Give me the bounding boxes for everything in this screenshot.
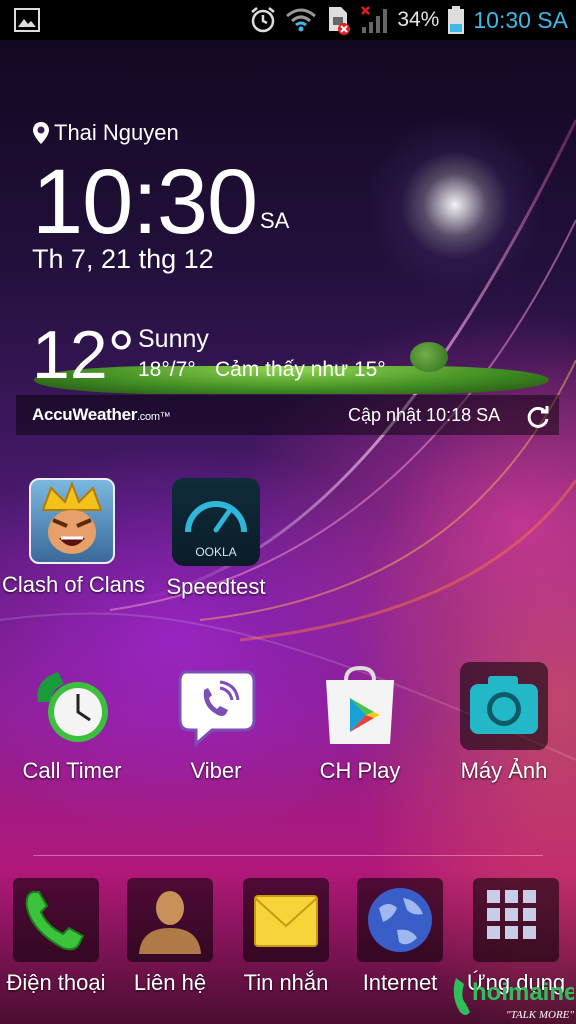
- app-camera[interactable]: Máy Ảnh: [434, 662, 574, 784]
- viber-icon: [172, 662, 260, 750]
- app-label: Call Timer: [22, 758, 122, 783]
- location-pin-icon: [33, 122, 49, 144]
- watermark-name: hoimaine: [472, 979, 574, 1006]
- ookla-text: OOKLA: [195, 545, 236, 559]
- widget-ampm: SA: [260, 208, 290, 233]
- signal-icon: [361, 6, 388, 33]
- sim-error-icon: [329, 7, 351, 35]
- hi-lo-temperature: 18°/7°: [138, 358, 196, 381]
- app-label: Speedtest: [166, 574, 266, 599]
- app-ch-play[interactable]: CH Play: [290, 662, 430, 784]
- app-label: Clash of Clans: [2, 572, 146, 597]
- app-label: Máy Ảnh: [460, 758, 548, 783]
- battery-percent: 34%: [397, 8, 440, 31]
- wifi-icon: [286, 8, 317, 32]
- current-temperature: 12°: [32, 317, 135, 393]
- app-drawer-icon: [473, 878, 559, 962]
- speedtest-icon: OOKLA: [172, 478, 260, 566]
- tree-graphic: [410, 342, 448, 372]
- status-bar[interactable]: 34% 10:30 SA: [0, 0, 576, 40]
- location: Thai Nguyen: [32, 120, 179, 146]
- watermark-tagline: "TALK MORE": [506, 1009, 574, 1021]
- app-clash-of-clans[interactable]: Clash of Clans: [2, 478, 146, 598]
- status-icons: 34% 10:30 SA: [249, 4, 568, 36]
- weather-condition: Sunny: [138, 325, 209, 353]
- app-speedtest[interactable]: OOKLA Speedtest: [146, 478, 286, 600]
- alarm-icon: [251, 7, 276, 33]
- internet-globe-icon: [357, 878, 443, 962]
- refresh-icon[interactable]: [525, 404, 551, 430]
- camera-icon: [460, 662, 548, 750]
- app-call-timer[interactable]: Call Timer: [2, 662, 142, 784]
- phone-icon: [13, 878, 99, 962]
- app-label: Viber: [190, 758, 242, 783]
- widget-date: Th 7, 21 thg 12: [32, 244, 214, 274]
- location-name: Thai Nguyen: [54, 120, 179, 145]
- last-updated: Cập nhật 10:18 SA: [348, 405, 501, 425]
- widget-clock: 10:30: [32, 151, 258, 253]
- messages-icon: [243, 878, 329, 962]
- accuweather-logo[interactable]: AccuWeather.com™: [32, 405, 171, 425]
- status-time: 10:30 SA: [473, 6, 568, 33]
- ch-play-icon: [316, 662, 404, 750]
- dock-divider: [33, 855, 543, 856]
- battery-icon: [448, 6, 465, 34]
- call-timer-icon: [28, 662, 116, 750]
- clash-of-clans-icon: [29, 478, 115, 564]
- feels-like: Cảm thấy như 15°: [215, 358, 386, 381]
- gallery-icon: [14, 8, 40, 32]
- hoimaine-watermark-logo: hoimaine "TALK MORE": [453, 978, 574, 1021]
- app-viber[interactable]: Viber: [146, 662, 286, 784]
- contacts-icon: [127, 878, 213, 962]
- app-label: CH Play: [319, 758, 401, 783]
